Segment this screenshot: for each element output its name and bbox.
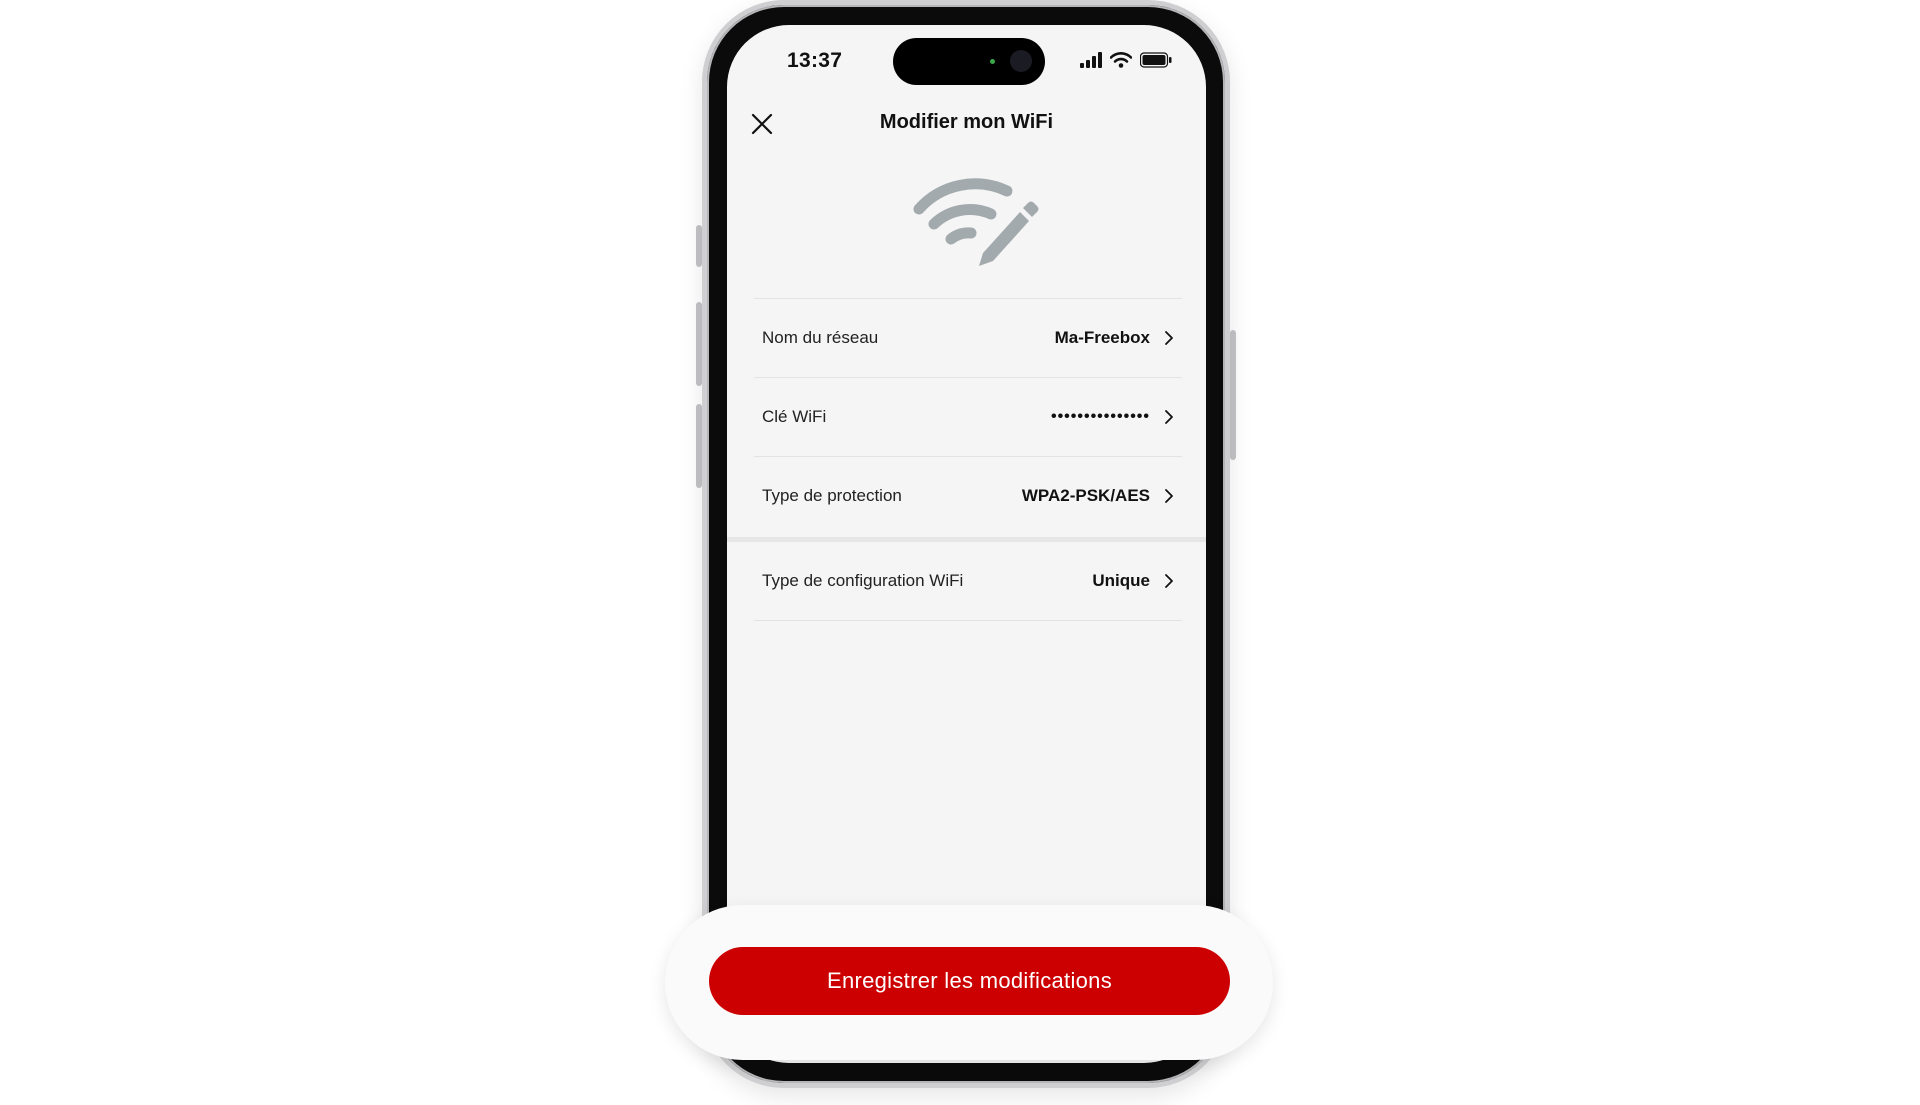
chevron-right-icon: [1164, 487, 1176, 505]
setting-value: Unique: [1092, 571, 1150, 590]
setting-row-protection-type[interactable]: Type de protection WPA2-PSK/AES: [754, 456, 1182, 535]
status-icons: [1080, 51, 1172, 69]
setting-row-config-type[interactable]: Type de configuration WiFi Unique: [754, 542, 1182, 621]
setting-label: Nom du réseau: [762, 328, 879, 347]
signal-icon: [1080, 52, 1102, 68]
setting-label: Type de protection: [762, 486, 902, 505]
chevron-right-icon: [1164, 572, 1176, 590]
wifi-config-list: Type de configuration WiFi Unique: [754, 542, 1182, 621]
save-bar: Enregistrer les modifications: [665, 905, 1273, 1060]
save-changes-button[interactable]: Enregistrer les modifications: [709, 947, 1230, 1015]
setting-label: Type de configuration WiFi: [762, 571, 964, 590]
setting-value: •••••••••••••••: [1050, 408, 1150, 425]
setting-row-wifi-key[interactable]: Clé WiFi •••••••••••••••: [754, 377, 1182, 456]
battery-icon: [1140, 52, 1172, 68]
status-time: 13:37: [787, 49, 843, 72]
chevron-right-icon: [1164, 408, 1176, 426]
front-camera: [1010, 50, 1032, 72]
status-bar: 13:37: [727, 25, 1206, 95]
wifi-edit-icon: [907, 167, 1047, 267]
chevron-right-icon: [1164, 329, 1176, 347]
setting-label: Clé WiFi: [762, 407, 827, 426]
wifi-status-icon: [1110, 52, 1132, 68]
power-button: [1230, 330, 1236, 460]
setting-value: Ma-Freebox: [1054, 328, 1150, 347]
page-title: Modifier mon WiFi: [879, 111, 1054, 133]
camera-indicator: [990, 59, 995, 64]
wifi-settings-list: Nom du réseau Ma-Freebox Clé WiFi ••••••…: [754, 298, 1182, 535]
setting-row-network-name[interactable]: Nom du réseau Ma-Freebox: [754, 298, 1182, 377]
dynamic-island: [893, 38, 1045, 85]
setting-value: WPA2-PSK/AES: [1021, 486, 1150, 505]
